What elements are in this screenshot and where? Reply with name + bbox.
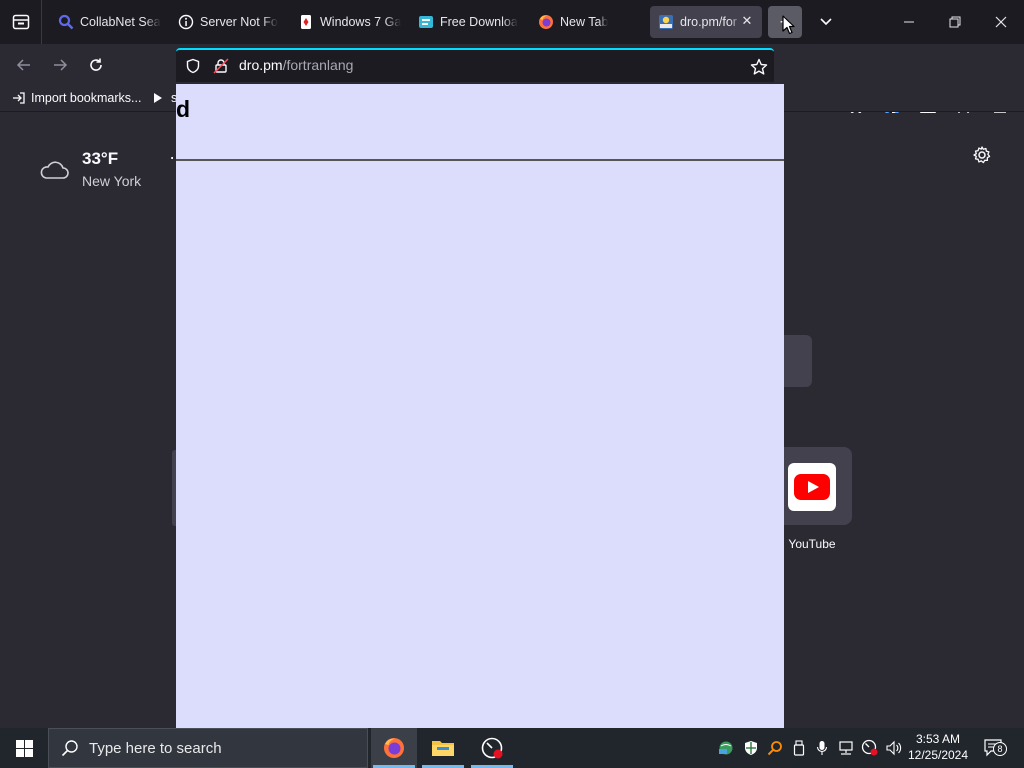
youtube-logo xyxy=(788,463,836,511)
folder-icon xyxy=(432,741,454,756)
search-icon xyxy=(61,740,78,757)
url-host: dro.pm xyxy=(239,57,283,73)
restore-button[interactable] xyxy=(932,0,978,44)
tab-strip: CollabNet Sea Server Not Fo Windows 7 Ga… xyxy=(0,0,1024,44)
tab-title: Server Not Fo xyxy=(200,15,278,29)
weather-location: New York xyxy=(82,173,142,189)
firefox-view-icon xyxy=(12,14,29,30)
tray-network-app[interactable] xyxy=(716,728,736,768)
tray-performance[interactable] xyxy=(860,728,880,768)
tab-new-tab[interactable]: New Tab xyxy=(530,6,642,38)
bookmark-folder[interactable]: s xyxy=(153,91,177,105)
cloud-icon xyxy=(40,161,69,179)
ethernet-icon xyxy=(839,741,853,755)
tab-title: CollabNet Sea xyxy=(80,15,161,29)
close-window-button[interactable] xyxy=(978,0,1024,44)
tab-free-download[interactable]: Free Downloa xyxy=(410,6,522,38)
url-bar[interactable]: dro.pm/fortranlang xyxy=(176,48,774,82)
minimize-icon xyxy=(904,21,914,23)
tray-network[interactable] xyxy=(836,728,856,768)
tray-microphone[interactable] xyxy=(812,728,832,768)
dial-app-icon xyxy=(481,737,503,759)
network-globe-icon xyxy=(719,741,733,755)
firefox-icon xyxy=(384,738,404,758)
chevron-down-icon xyxy=(820,18,832,26)
mouse-cursor-icon xyxy=(782,15,795,35)
security-shield-icon xyxy=(745,741,757,755)
restore-icon xyxy=(949,16,961,28)
tab-dro-pm[interactable]: dro.pm/for ✕ xyxy=(650,6,762,38)
taskbar-firefox[interactable] xyxy=(371,728,417,768)
search-placeholder: Type here to search xyxy=(89,739,222,757)
firefox-view-button[interactable] xyxy=(0,0,42,44)
speaker-icon xyxy=(886,740,902,756)
page-heading: nd xyxy=(176,96,191,122)
start-button[interactable] xyxy=(0,728,48,768)
back-arrow-icon xyxy=(16,59,30,71)
personalize-button[interactable] xyxy=(972,145,994,167)
action-center-button[interactable]: 8 xyxy=(981,728,1007,768)
orange-search-icon xyxy=(767,741,782,756)
back-button[interactable] xyxy=(9,50,39,80)
import-bookmarks-label: Import bookmarks... xyxy=(31,91,142,105)
tray-defender[interactable] xyxy=(741,728,761,768)
weather-more[interactable]: · xyxy=(169,147,175,168)
tray-usb[interactable] xyxy=(789,728,809,768)
minimize-button[interactable] xyxy=(886,0,932,44)
windows-taskbar: Type here to search 3:53 AM 12/25/2024 8 xyxy=(0,728,1024,768)
tray-volume[interactable] xyxy=(884,728,904,768)
taskbar-app-dial[interactable] xyxy=(469,728,515,768)
play-arrow-icon xyxy=(154,93,162,103)
microphone-icon xyxy=(816,741,828,755)
bookmark-star-icon[interactable] xyxy=(750,58,768,76)
cards-icon xyxy=(298,14,314,30)
clock-date: 12/25/2024 xyxy=(907,748,969,762)
import-bookmarks-button[interactable]: Import bookmarks... xyxy=(12,91,141,105)
taskbar-file-explorer[interactable] xyxy=(420,728,466,768)
taskbar-search-box[interactable]: Type here to search xyxy=(48,728,368,768)
forward-button[interactable] xyxy=(45,50,75,80)
tab-title: Free Downloa xyxy=(440,15,518,29)
dial-status-icon xyxy=(861,739,878,756)
forward-arrow-icon xyxy=(54,59,68,71)
reload-button[interactable] xyxy=(81,50,111,80)
firefox-icon xyxy=(538,14,554,30)
import-icon xyxy=(13,92,25,104)
tab-server-not-found[interactable]: Server Not Fo xyxy=(170,6,282,38)
tab-title: dro.pm/for xyxy=(680,15,737,29)
tab-windows-games[interactable]: Windows 7 Ga xyxy=(290,6,402,38)
magnifier-icon xyxy=(58,14,74,30)
clock-time: 3:53 AM xyxy=(915,732,961,746)
close-icon xyxy=(995,16,1007,28)
hfs-icon xyxy=(658,14,674,30)
tab-collabnet[interactable]: CollabNet Sea xyxy=(50,6,162,38)
taskbar-clock[interactable]: 3:53 AM 12/25/2024 xyxy=(906,731,970,763)
horizontal-rule xyxy=(176,159,784,161)
download-site-icon xyxy=(418,14,434,30)
usb-drive-icon xyxy=(793,740,805,756)
page-content-panel: nd xyxy=(176,84,784,728)
reload-icon xyxy=(90,58,102,71)
youtube-icon xyxy=(794,474,830,500)
info-icon xyxy=(178,14,194,30)
list-all-tabs-button[interactable] xyxy=(814,8,838,36)
weather-temperature: 33°F xyxy=(82,149,119,168)
gear-icon xyxy=(973,146,991,164)
tracking-shield-icon[interactable] xyxy=(185,58,201,74)
site-lock-icon[interactable] xyxy=(213,58,229,74)
url-text[interactable]: dro.pm/fortranlang xyxy=(239,57,353,75)
close-tab-icon[interactable]: ✕ xyxy=(740,14,754,28)
tray-search-tool[interactable] xyxy=(765,728,785,768)
notification-count: 8 xyxy=(993,742,1007,756)
tab-title: New Tab xyxy=(560,15,609,29)
url-path: /fortranlang xyxy=(282,57,354,73)
weather-widget[interactable]: 33°F New York · xyxy=(38,147,175,189)
tab-title: Windows 7 Ga xyxy=(320,15,402,29)
windows-logo-icon xyxy=(15,739,33,757)
